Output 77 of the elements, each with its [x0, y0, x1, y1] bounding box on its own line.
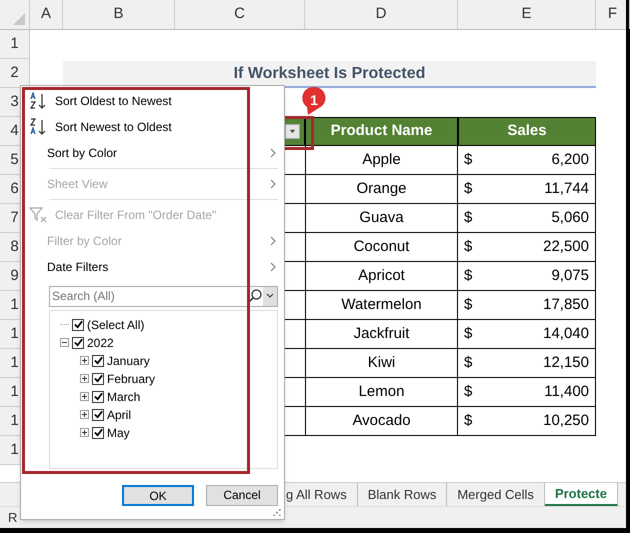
column-header[interactable]: E: [521, 3, 532, 26]
checkbox[interactable]: [92, 354, 104, 367]
currency-symbol: $: [464, 150, 472, 170]
currency-symbol: $: [464, 410, 472, 431]
cancel-button[interactable]: Cancel: [206, 484, 278, 506]
expand-icon[interactable]: [80, 392, 89, 402]
table-cell-text: 12,150: [543, 352, 589, 373]
table-cell-text: 17,850: [543, 294, 589, 315]
table-cell: Lemon: [305, 378, 458, 407]
checkbox[interactable]: [92, 372, 104, 385]
filter-dropdown-button[interactable]: [285, 124, 300, 139]
table-cell-text: 6,200: [551, 150, 589, 170]
callout-badge: 1: [302, 86, 326, 116]
currency-symbol: $: [464, 236, 472, 257]
filter-value[interactable]: March: [107, 388, 140, 406]
currency-symbol: $: [464, 208, 472, 228]
table-cell: Avocado: [305, 407, 458, 436]
currency-symbol: $: [464, 178, 472, 199]
checkbox[interactable]: [72, 336, 84, 349]
search-field[interactable]: Search (All): [49, 286, 278, 307]
expand-icon[interactable]: [80, 410, 89, 420]
filter-value[interactable]: 2022: [87, 334, 114, 352]
currency-symbol: $: [464, 352, 472, 373]
table-cell-text: 10,250: [543, 410, 589, 431]
search-options-button[interactable]: [263, 287, 277, 306]
table-cell: Watermelon: [305, 291, 458, 320]
checkbox[interactable]: [92, 426, 104, 439]
currency-symbol: $: [464, 294, 472, 315]
table-cell: Coconut: [305, 233, 458, 262]
table-cell-text: 11,744: [544, 178, 589, 199]
column-heading: Product Name: [305, 117, 458, 146]
caret-icon: [266, 293, 274, 300]
table-cell: Apple: [305, 146, 458, 175]
table-cell: Kiwi: [305, 349, 458, 378]
currency-symbol: $: [464, 266, 472, 286]
collapse-icon[interactable]: [60, 338, 69, 348]
column-heading: Sales: [458, 117, 596, 146]
table-cell: Orange: [305, 175, 458, 204]
sheet-title: If Worksheet Is Protected: [234, 64, 426, 84]
expand-icon[interactable]: [80, 428, 89, 438]
column-header[interactable]: B: [113, 3, 124, 26]
resize-grip-icon[interactable]: [273, 508, 281, 516]
menu-item[interactable]: Sort Oldest to Newest: [21, 88, 284, 114]
expand-icon[interactable]: [80, 374, 89, 384]
table-cell: Apricot: [305, 262, 458, 291]
ok-button[interactable]: OK: [122, 484, 194, 506]
checkbox[interactable]: [92, 390, 104, 403]
table-cell-text: 11,400: [544, 382, 589, 402]
table-cell: Jackfruit: [305, 320, 458, 349]
table-cell-text: 5,060: [551, 208, 589, 228]
table-cell-text: 22,500: [543, 236, 589, 257]
expand-icon[interactable]: [80, 356, 89, 366]
menu-item[interactable]: Sort by Color: [21, 140, 284, 166]
table-cell-text: 9,075: [551, 266, 589, 286]
column-header[interactable]: A: [40, 3, 51, 26]
table-cell-text: 14,040: [543, 324, 589, 344]
clear-filter-icon: [29, 206, 49, 224]
filter-value[interactable]: May: [107, 424, 130, 442]
checkbox[interactable]: [72, 318, 84, 331]
filter-value[interactable]: April: [107, 406, 132, 424]
caret-icon: [289, 128, 296, 135]
currency-symbol: $: [464, 382, 472, 402]
table-cell: Guava: [305, 204, 458, 233]
status-text: R: [8, 508, 18, 527]
menu-item[interactable]: Sort Newest to Oldest: [21, 114, 284, 140]
filter-value[interactable]: January: [107, 352, 150, 370]
column-header[interactable]: C: [234, 3, 245, 26]
filter-value[interactable]: (Select All): [87, 316, 144, 334]
currency-symbol: $: [464, 324, 472, 344]
search-input[interactable]: Search (All): [50, 287, 247, 306]
column-header[interactable]: D: [376, 3, 386, 26]
checkbox[interactable]: [92, 408, 104, 421]
filter-value[interactable]: February: [107, 370, 156, 388]
search-icon: [247, 288, 263, 304]
sheet-tab[interactable]: Protecte: [544, 483, 618, 506]
menu-item[interactable]: Date Filters: [21, 254, 284, 280]
column-header[interactable]: F: [608, 3, 618, 26]
